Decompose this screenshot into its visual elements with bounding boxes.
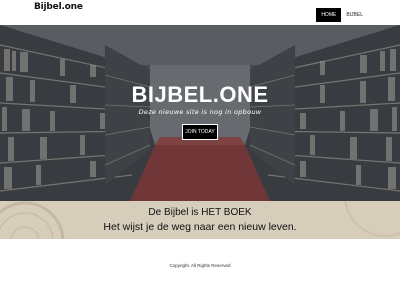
site-logo[interactable]: Bijbel.one	[34, 2, 83, 12]
nav-item-home[interactable]: HOME	[316, 8, 342, 22]
quote-line-2: Het wijst je de weg naar een nieuw leven…	[103, 221, 297, 233]
quote-section: De Bijbel is HET BOEK Het wijst je de we…	[0, 201, 400, 239]
nav-item-bijbel[interactable]: BIJBEL	[341, 8, 368, 22]
quote-line-1: De Bijbel is HET BOEK	[148, 207, 252, 218]
copyright-text: Copyright. All Rights Reserved	[169, 263, 231, 268]
top-navbar: Bijbel.one HOME BIJBEL	[0, 0, 400, 25]
join-today-button[interactable]: JOIN TODAY	[182, 124, 218, 140]
hero-subtitle: Deze nieuwe site is nog in opbouw	[138, 108, 262, 116]
main-nav: HOME BIJBEL	[316, 8, 368, 22]
footer: Copyright. All Rights Reserved	[0, 239, 400, 300]
hero-section: BIJBEL.ONE Deze nieuwe site is nog in op…	[0, 25, 400, 201]
hero-title: BIJBEL.ONE	[131, 82, 269, 107]
